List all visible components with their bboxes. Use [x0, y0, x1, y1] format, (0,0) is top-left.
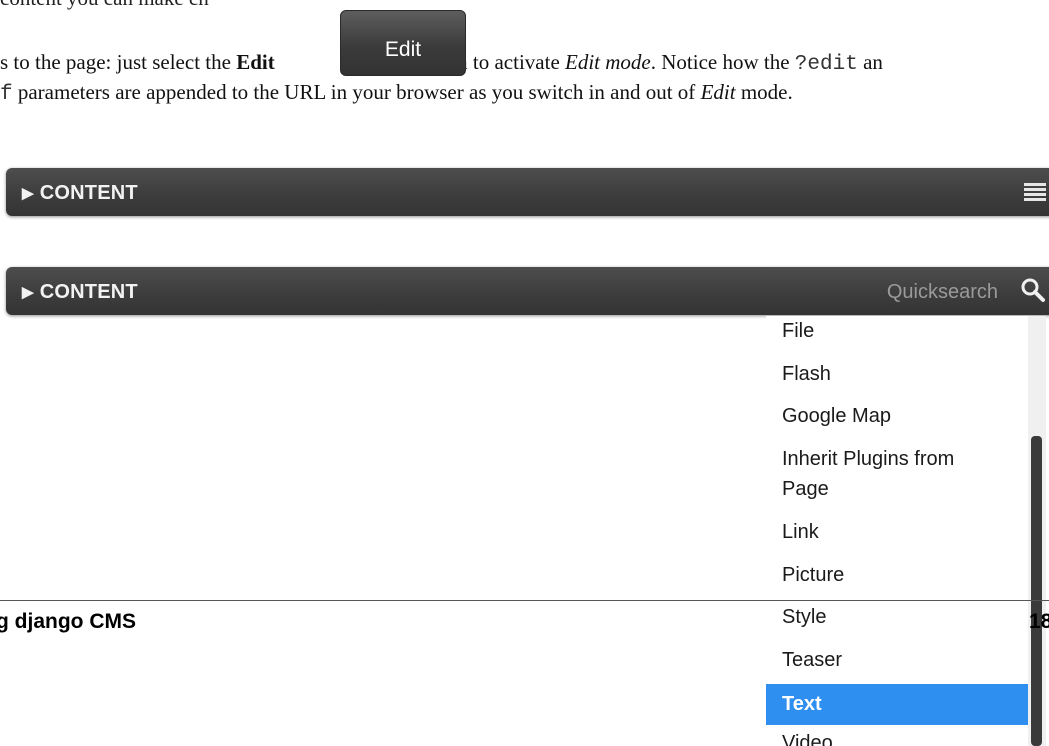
plugin-item-style[interactable]: Style — [766, 604, 1028, 631]
plugin-item-picture[interactable]: Picture — [766, 562, 1028, 589]
line2-text-a: parameters are appended to the URL in yo… — [12, 80, 701, 104]
plugin-item-teaser[interactable]: Teaser — [766, 647, 1028, 674]
line1-text-c: . Notice how the — [650, 50, 795, 74]
plugin-item-flash[interactable]: Flash — [766, 361, 1028, 388]
plugin-item-inherit-plugins-line1[interactable]: Inherit Plugins from — [766, 446, 1028, 473]
plugin-item-file[interactable]: File — [766, 318, 1028, 345]
paragraph-fragment-text: content you can make ch — [0, 0, 209, 10]
hamburger-menu-icon[interactable] — [1024, 183, 1046, 203]
footer-section-title: g django CMS — [0, 610, 136, 633]
placeholder-bar-content-1[interactable]: ▶ CONTENT — [6, 168, 1049, 216]
edit-mode-italic: Edit mode — [565, 50, 651, 74]
plugin-item-link[interactable]: Link — [766, 519, 1028, 546]
plugin-item-text[interactable]: Text — [766, 684, 1028, 725]
plugin-item-video[interactable]: Video — [766, 730, 1028, 746]
edit-italic: Edit — [700, 80, 736, 104]
line1-text-d: an — [857, 50, 883, 74]
line2-text-b: mode. — [735, 80, 793, 104]
magnifier-icon[interactable] — [1020, 277, 1046, 308]
placeholder-title-text: CONTENT — [39, 281, 138, 303]
edit-button-label: Edit — [384, 37, 422, 61]
plugin-item-inherit-plugins-line2[interactable]: Page — [766, 476, 1028, 503]
quicksearch-label[interactable]: Quicksearch — [887, 281, 998, 304]
edit-button[interactable]: Edit — [340, 10, 466, 76]
code-edit: ?edit — [794, 53, 858, 76]
plugin-dropdown-menu[interactable]: File Flash Google Map Inherit Plugins fr… — [766, 316, 1046, 746]
triangle-right-icon: ▶ — [22, 284, 34, 301]
edit-keyword: Edit — [236, 50, 275, 74]
footer-page-number: 18 — [1029, 610, 1049, 633]
footer-divider — [0, 600, 1049, 601]
plugin-item-google-map[interactable]: Google Map — [766, 403, 1028, 430]
paragraph-line-2: f parameters are appended to the URL in … — [0, 80, 793, 106]
triangle-right-icon: ▶ — [22, 185, 34, 202]
placeholder-title-text: CONTENT — [39, 182, 138, 204]
line1-text-a: s to the page: just select the — [0, 50, 237, 74]
code-f: f — [0, 83, 13, 106]
dropdown-scrollbar-thumb[interactable] — [1031, 436, 1042, 746]
placeholder-bar-content-2[interactable]: ▶ CONTENT Quicksearch — [6, 267, 1049, 315]
paragraph-fragment: content you can make ch — [0, 0, 209, 11]
placeholder-title[interactable]: ▶ CONTENT — [22, 182, 138, 205]
placeholder-title[interactable]: ▶ CONTENT — [22, 281, 138, 304]
